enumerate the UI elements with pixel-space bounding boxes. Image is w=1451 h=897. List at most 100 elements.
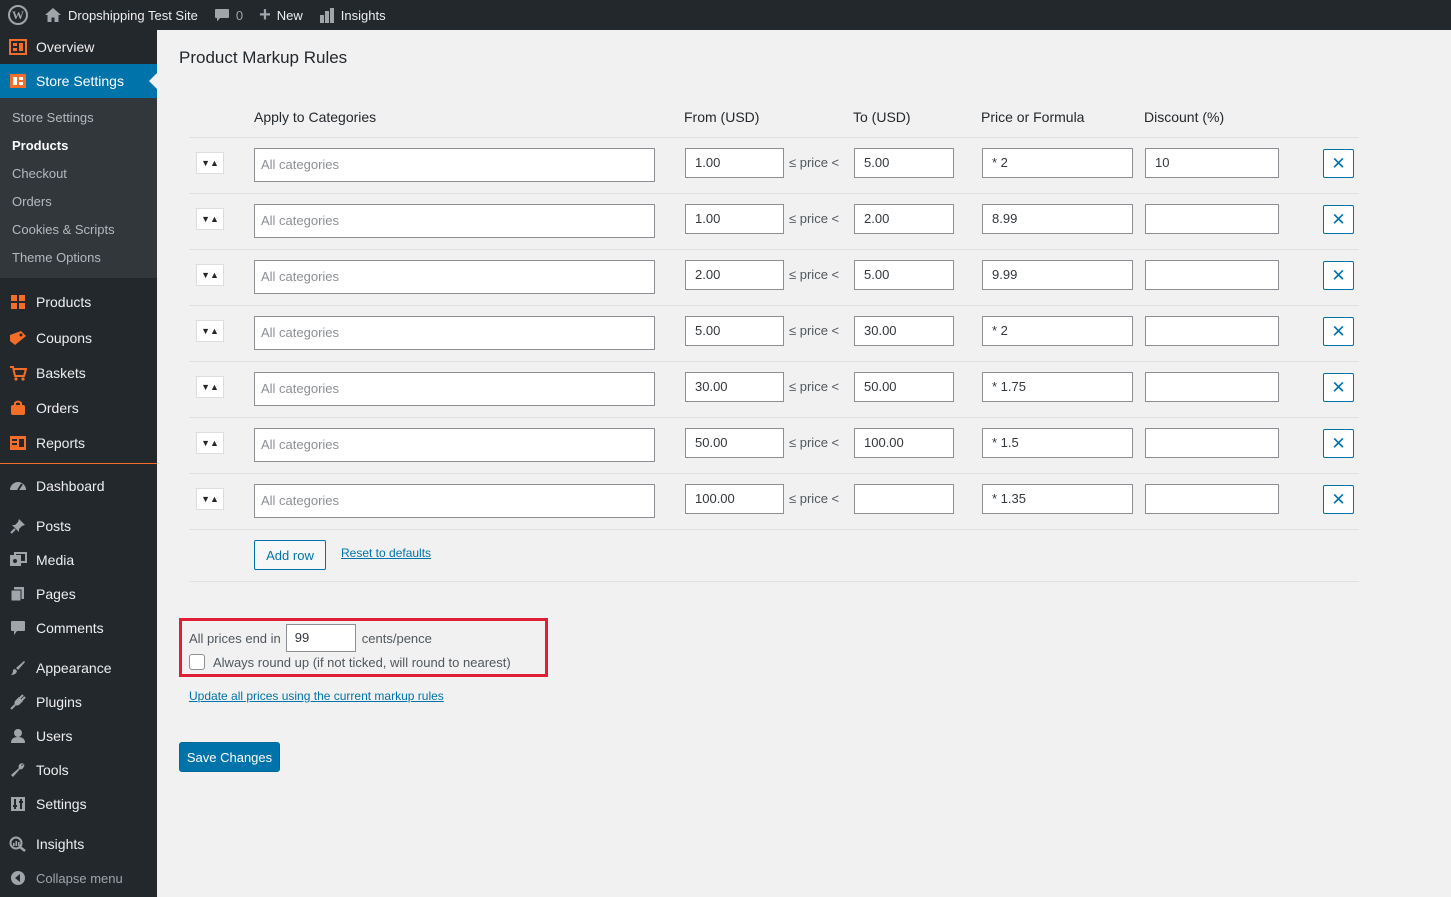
- sidebar-item-media[interactable]: Media: [0, 543, 157, 577]
- category-select[interactable]: All categories: [254, 428, 655, 462]
- to-price-input[interactable]: 100.00: [854, 428, 954, 458]
- submenu-item-orders[interactable]: Orders: [0, 188, 157, 216]
- sidebar-item-users[interactable]: Users: [0, 719, 157, 753]
- to-price-input[interactable]: [854, 484, 954, 514]
- from-price-input[interactable]: 30.00: [685, 372, 784, 402]
- delete-row-button[interactable]: ✕: [1323, 429, 1354, 458]
- to-price-input[interactable]: 30.00: [854, 316, 954, 346]
- submenu-item-cookies-scripts[interactable]: Cookies & Scripts: [0, 216, 157, 244]
- price-formula-input[interactable]: * 1.35: [982, 484, 1133, 514]
- to-price-input[interactable]: 5.00: [854, 260, 954, 290]
- rule-row: ▼▲ All categories 100.00 ≤ price < * 1.35 ✕: [189, 473, 1359, 529]
- category-select[interactable]: All categories: [254, 204, 655, 238]
- update-all-prices-link[interactable]: Update all prices using the current mark…: [189, 689, 444, 703]
- add-row-button[interactable]: Add row: [254, 540, 326, 570]
- sidebar-item-insights[interactable]: Insights: [0, 827, 157, 861]
- sidebar-item-baskets[interactable]: Baskets: [0, 355, 157, 390]
- submenu-item-products[interactable]: Products: [0, 132, 157, 160]
- from-price-input[interactable]: 100.00: [685, 484, 784, 514]
- category-select[interactable]: All categories: [254, 316, 655, 350]
- from-price-input[interactable]: 50.00: [685, 428, 784, 458]
- collapse-menu-button[interactable]: Collapse menu: [0, 861, 157, 895]
- wordpress-logo[interactable]: W: [0, 0, 36, 30]
- submenu-item-store-settings[interactable]: Store Settings: [0, 104, 157, 132]
- sidebar-item-pages[interactable]: Pages: [0, 577, 157, 611]
- submenu-item-checkout[interactable]: Checkout: [0, 160, 157, 188]
- sidebar-item-plugins[interactable]: Plugins: [0, 685, 157, 719]
- discount-input[interactable]: 10: [1145, 148, 1279, 178]
- price-formula-input[interactable]: 8.99: [982, 204, 1133, 234]
- insights-link[interactable]: Insights: [311, 0, 394, 30]
- new-content-link[interactable]: + New: [251, 0, 311, 30]
- sidebar-item-coupons[interactable]: Coupons: [0, 320, 157, 355]
- price-ending-row: All prices end in 99 cents/pence: [189, 623, 432, 653]
- category-select[interactable]: All categories: [254, 484, 655, 518]
- from-price-input[interactable]: 2.00: [685, 260, 784, 290]
- price-ending-input[interactable]: 99: [285, 624, 356, 652]
- price-formula-input[interactable]: 9.99: [982, 260, 1133, 290]
- price-formula-input[interactable]: * 1.75: [982, 372, 1133, 402]
- sort-handle[interactable]: ▼▲: [196, 320, 224, 342]
- rule-row: ▼▲ All categories 1.00 ≤ price < 5.00 * 2 10 ✕: [189, 137, 1359, 193]
- price-ending-suffix: cents/pence: [361, 630, 432, 646]
- to-price-input[interactable]: 2.00: [854, 204, 954, 234]
- delete-row-button[interactable]: ✕: [1323, 149, 1354, 178]
- site-name-link[interactable]: Dropshipping Test Site: [36, 0, 206, 30]
- sort-handle[interactable]: ▼▲: [196, 376, 224, 398]
- category-select[interactable]: All categories: [254, 148, 655, 182]
- delete-row-button[interactable]: ✕: [1323, 373, 1354, 402]
- sidebar-item-reports[interactable]: Reports: [0, 425, 157, 460]
- save-changes-button[interactable]: Save Changes: [179, 742, 280, 772]
- submenu-item-theme-options[interactable]: Theme Options: [0, 244, 157, 272]
- sidebar-item-store-settings[interactable]: Store Settings: [0, 64, 157, 98]
- delete-row-button[interactable]: ✕: [1323, 261, 1354, 290]
- discount-input[interactable]: [1145, 316, 1279, 346]
- delete-row-button[interactable]: ✕: [1323, 317, 1354, 346]
- price-formula-input[interactable]: * 1.5: [982, 428, 1133, 458]
- reset-to-defaults-link[interactable]: Reset to defaults: [341, 546, 431, 560]
- sidebar-item-appearance[interactable]: Appearance: [0, 651, 157, 685]
- sidebar-item-comments[interactable]: Comments: [0, 611, 157, 645]
- sort-handle[interactable]: ▼▲: [196, 152, 224, 174]
- discount-input[interactable]: [1145, 204, 1279, 234]
- sidebar-item-posts[interactable]: Posts: [0, 509, 157, 543]
- sidebar-item-label: Baskets: [36, 364, 86, 381]
- sidebar-item-orders[interactable]: Orders: [0, 390, 157, 425]
- sidebar-item-products[interactable]: Products: [0, 284, 157, 320]
- insights-label: Insights: [340, 7, 386, 23]
- sidebar-item-dashboard[interactable]: Dashboard: [0, 469, 157, 503]
- category-select[interactable]: All categories: [254, 372, 655, 406]
- round-up-checkbox[interactable]: [189, 654, 205, 670]
- delete-row-button[interactable]: ✕: [1323, 205, 1354, 234]
- discount-input[interactable]: [1145, 260, 1279, 290]
- price-formula-input[interactable]: * 2: [982, 316, 1133, 346]
- discount-input[interactable]: [1145, 372, 1279, 402]
- price-formula-input[interactable]: * 2: [982, 148, 1133, 178]
- admin-sidebar: Overview Store Settings Store Settings P…: [0, 30, 157, 897]
- discount-input[interactable]: [1145, 428, 1279, 458]
- comments-link[interactable]: 0: [206, 0, 251, 30]
- wrench-icon: [8, 760, 28, 780]
- sort-handle[interactable]: ▼▲: [196, 432, 224, 454]
- sort-handle[interactable]: ▼▲: [196, 488, 224, 510]
- sort-handle[interactable]: ▼▲: [196, 208, 224, 230]
- sidebar-item-settings[interactable]: Settings: [0, 787, 157, 821]
- sidebar-item-overview[interactable]: Overview: [0, 30, 157, 64]
- from-price-input[interactable]: 1.00: [685, 204, 784, 234]
- from-price-input[interactable]: 1.00: [685, 148, 784, 178]
- sidebar-item-tools[interactable]: Tools: [0, 753, 157, 787]
- price-range-label: ≤ price <: [789, 155, 840, 170]
- brush-icon: [8, 658, 28, 678]
- to-price-input[interactable]: 5.00: [854, 148, 954, 178]
- sidebar-item-label: Plugins: [36, 694, 82, 710]
- discount-input[interactable]: [1145, 484, 1279, 514]
- sort-handle[interactable]: ▼▲: [196, 264, 224, 286]
- grid-icon: [8, 292, 28, 312]
- store-settings-submenu: Store Settings Products Checkout Orders …: [0, 98, 157, 278]
- category-select[interactable]: All categories: [254, 260, 655, 294]
- delete-row-button[interactable]: ✕: [1323, 485, 1354, 514]
- site-name: Dropshipping Test Site: [68, 7, 198, 23]
- to-price-input[interactable]: 50.00: [854, 372, 954, 402]
- from-price-input[interactable]: 5.00: [685, 316, 784, 346]
- media-icon: [8, 550, 28, 570]
